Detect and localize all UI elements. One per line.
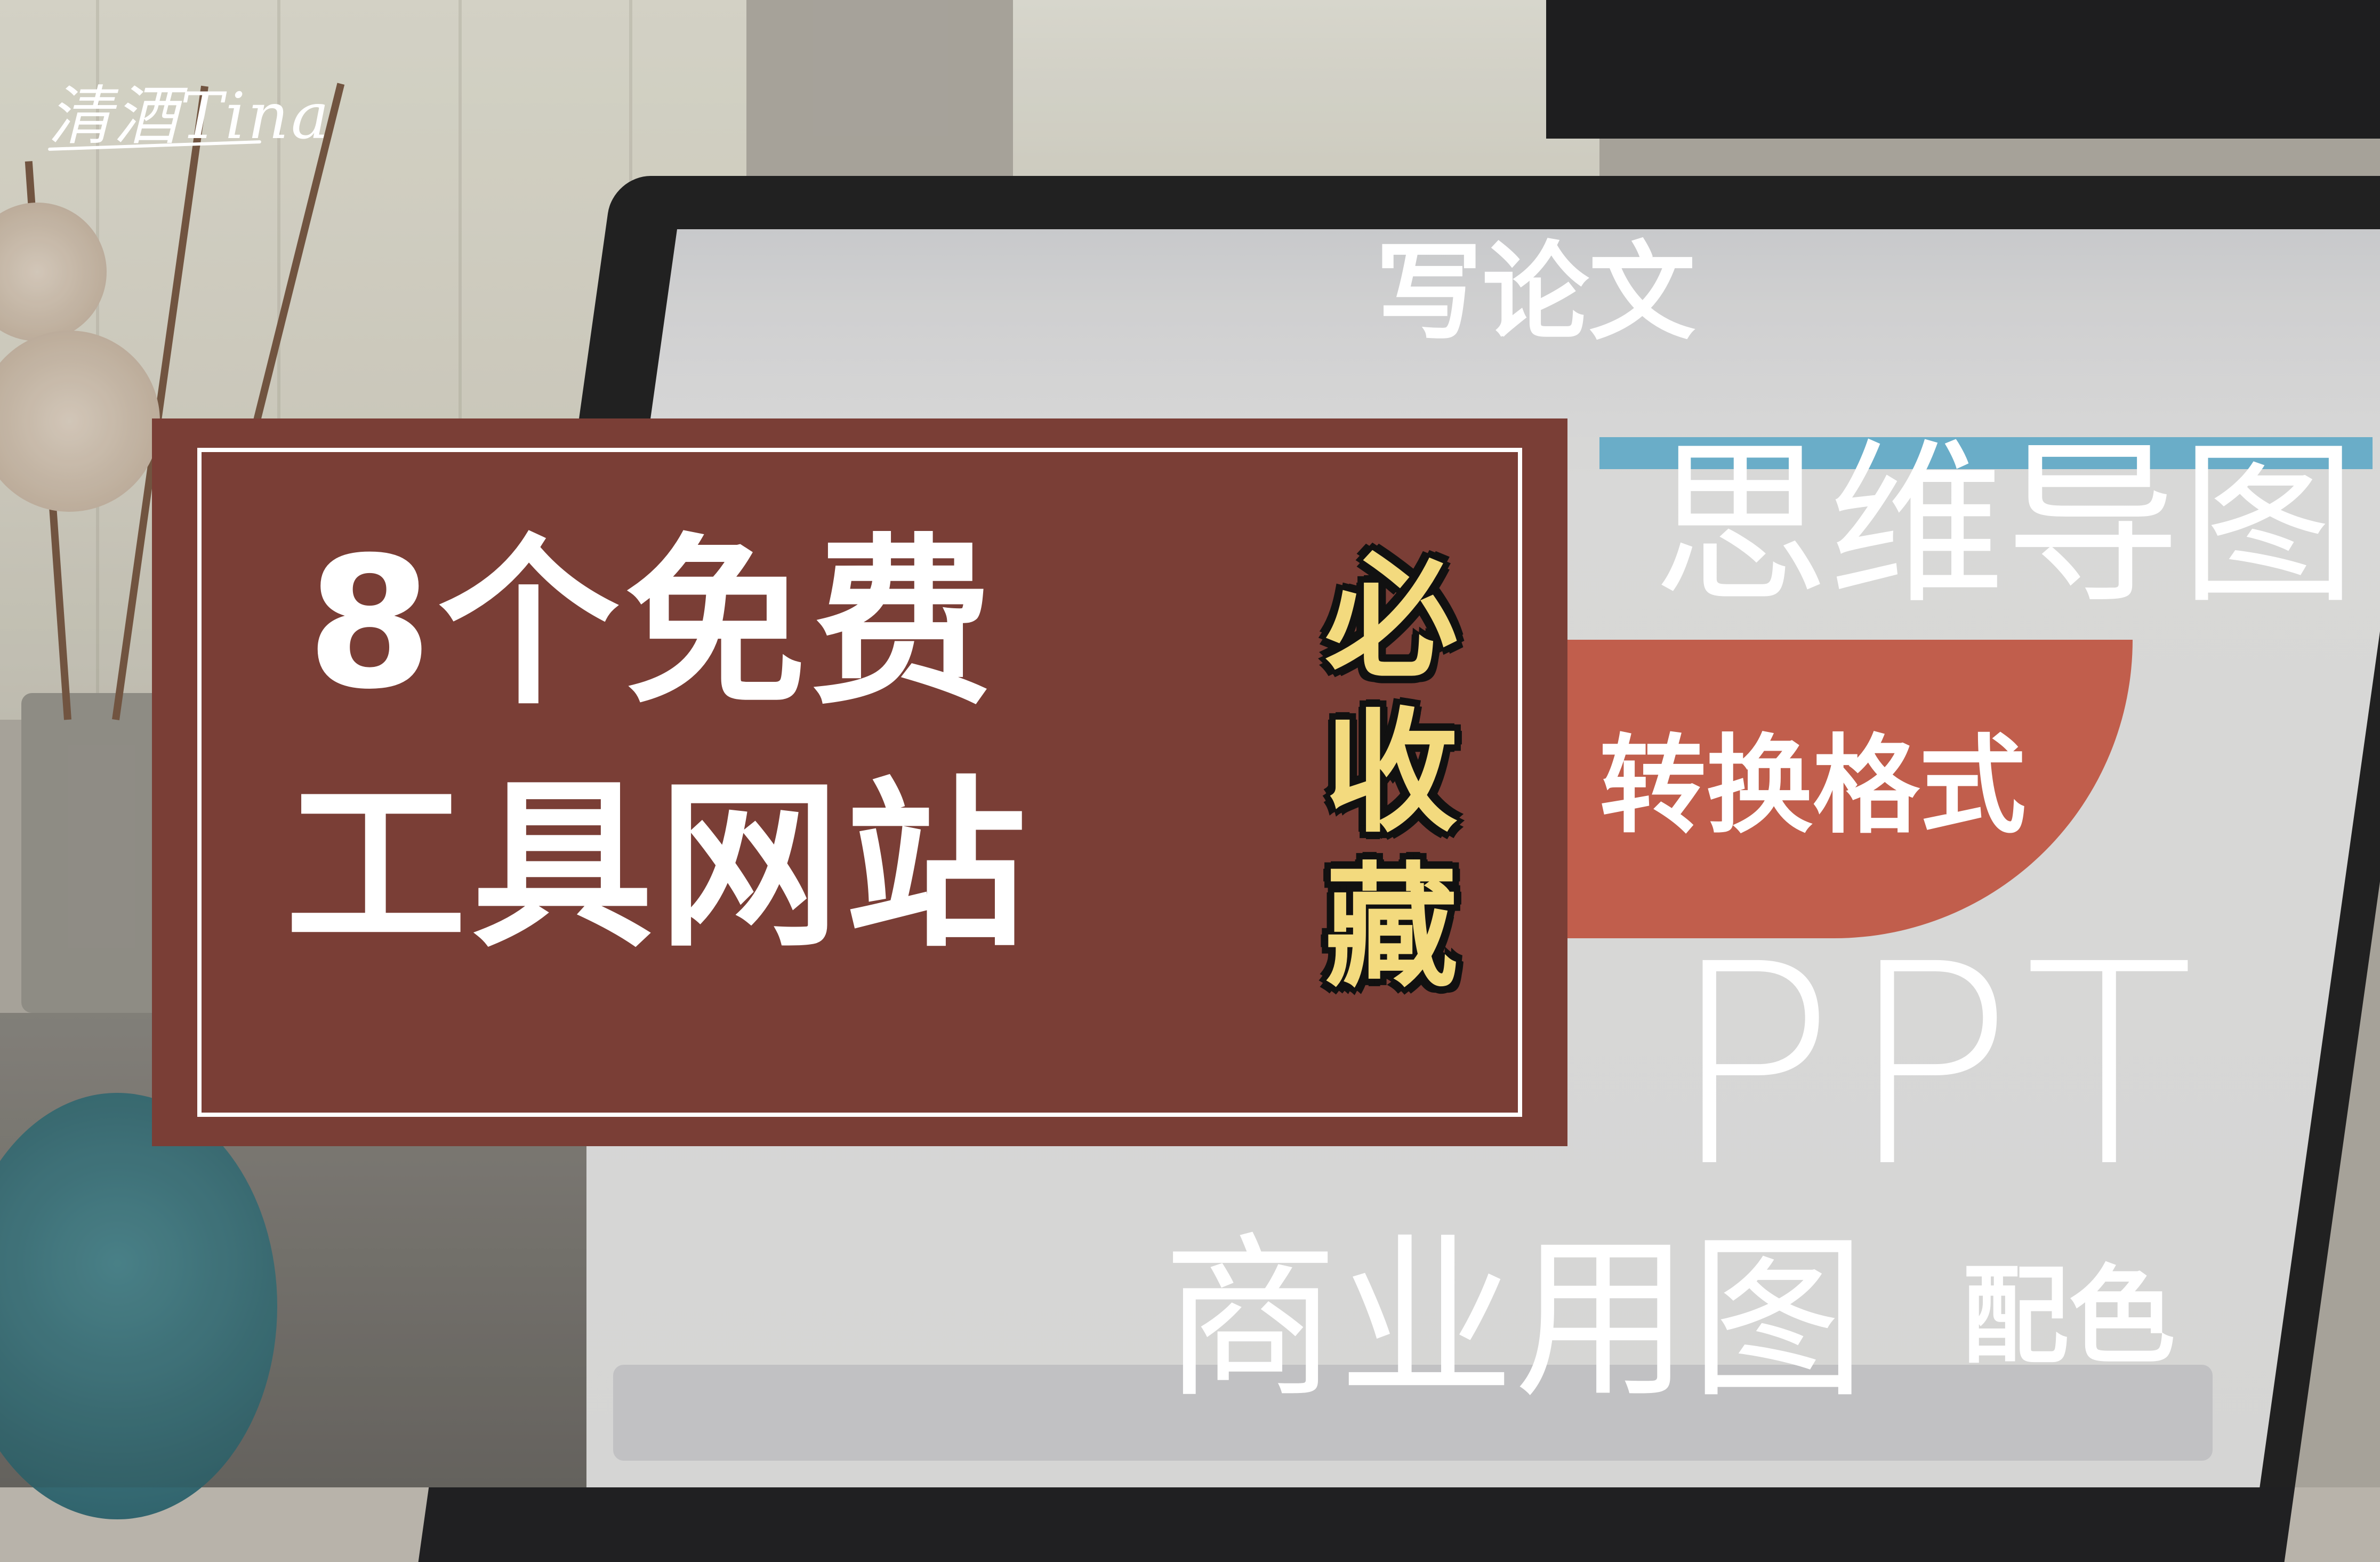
title-card: 8个免费 工具网站 必 收 藏 xyxy=(152,418,1567,1146)
label-ppt: PPT xyxy=(1669,905,2205,1228)
label-business-images: 商业用图 xyxy=(1162,1217,1866,1422)
must-save-badge: 必 收 藏 xyxy=(1304,552,1480,1005)
title-line-1: 8个免费 xyxy=(307,518,998,729)
title-line-2: 工具网站 xyxy=(285,761,1032,972)
label-color-matching: 配色 xyxy=(1962,1254,2176,1379)
badge-char: 必 xyxy=(1325,541,1458,696)
badge-char: 藏 xyxy=(1325,850,1458,1005)
label-format-conversion: 转换格式 xyxy=(1599,724,2027,848)
label-paper-writing: 写论文 xyxy=(1376,231,1696,355)
badge-char: 收 xyxy=(1325,695,1458,850)
label-mind-map: 思维导图 xyxy=(1653,423,2357,627)
